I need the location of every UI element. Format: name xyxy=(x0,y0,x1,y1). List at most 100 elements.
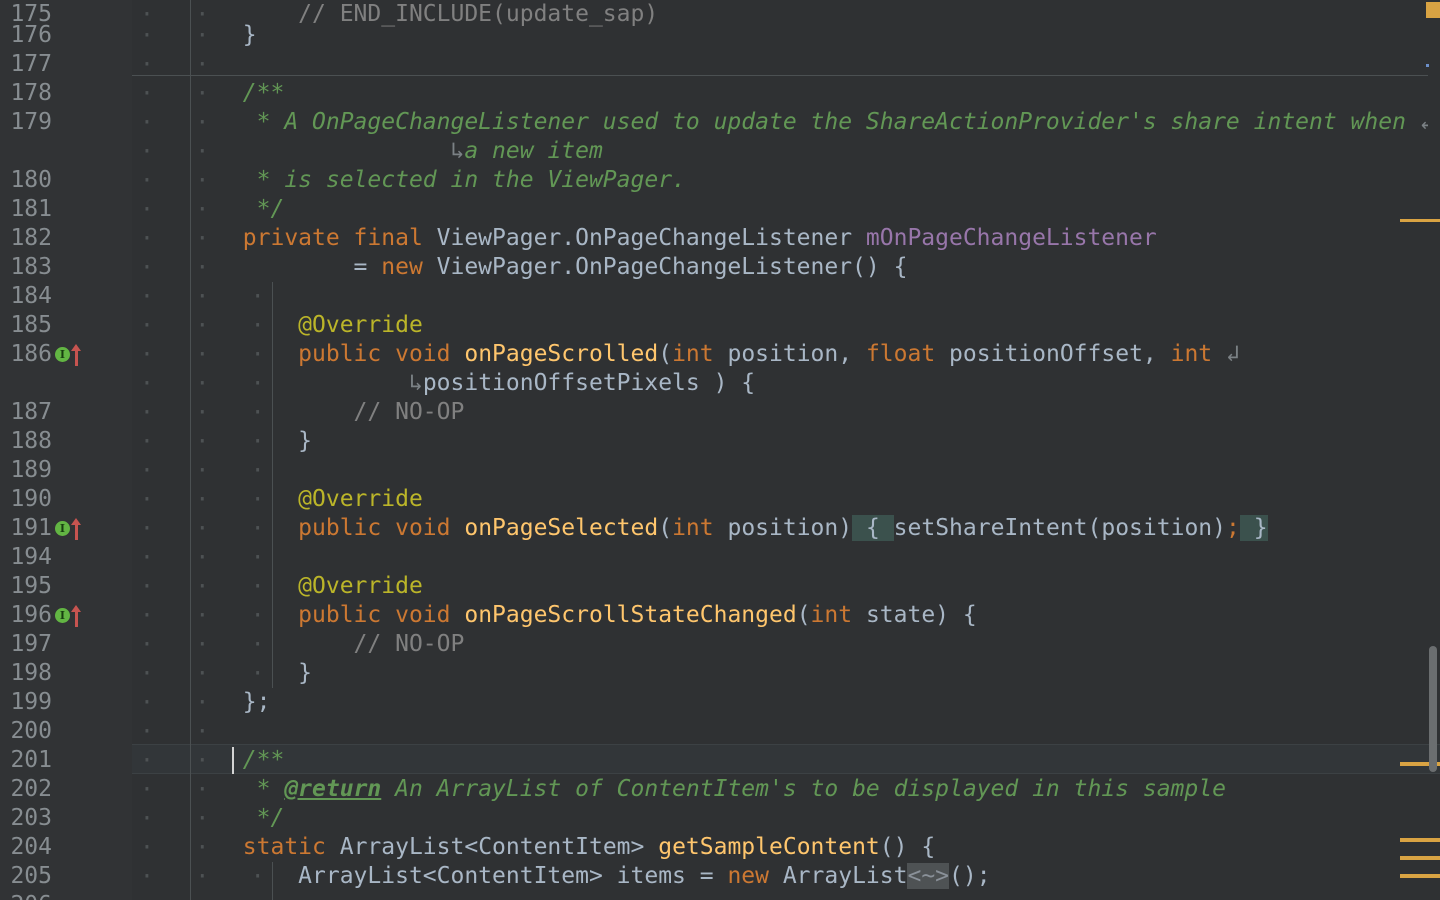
gutter-row[interactable]: 195 xyxy=(0,572,132,601)
line-number: 177 xyxy=(10,51,52,77)
scrollbar-and-error-stripe[interactable] xyxy=(1400,0,1440,900)
gutter-row[interactable]: 183 xyxy=(0,253,132,282)
code-token-mname: onPageSelected xyxy=(464,515,659,541)
code-line[interactable]: * @return An ArrayList of ContentItem's … xyxy=(132,775,1226,804)
gutter-row[interactable]: 191 I xyxy=(0,514,132,543)
code-line-wrapped[interactable]: ↳a new item xyxy=(132,137,603,166)
line-number: 188 xyxy=(10,428,52,454)
error-stripe-mark[interactable] xyxy=(1426,64,1429,67)
gutter-row[interactable]: 177 xyxy=(0,50,132,79)
line-number: 178 xyxy=(10,80,52,106)
gutter-row[interactable]: 178 xyxy=(0,79,132,108)
code-token-txt: ArrayList<ContentItem> xyxy=(325,834,659,860)
overriding-method-arrow-icon[interactable] xyxy=(71,343,82,366)
code-line[interactable]: public void onPageSelected(int position)… xyxy=(132,514,1268,543)
code-line[interactable]: public void onPageScrolled(int position,… xyxy=(132,340,1240,369)
overriding-method-arrow-icon[interactable] xyxy=(71,517,82,540)
code-line-wrapped[interactable]: ↳positionOffsetPixels ) { xyxy=(132,369,755,398)
overriding-method-arrow-icon[interactable] xyxy=(71,604,82,627)
code-line[interactable]: // NO-OP xyxy=(132,630,465,659)
gutter-row[interactable]: 184 xyxy=(0,282,132,311)
code-line[interactable]: = new ViewPager.OnPageChangeListener() { xyxy=(132,253,908,282)
line-number: 196 xyxy=(10,602,52,628)
code-line[interactable]: } xyxy=(132,21,257,50)
gutter-row[interactable]: 200 xyxy=(0,717,132,746)
whitespace-dots: · · · xyxy=(140,284,307,310)
gutter-row[interactable]: 189 xyxy=(0,456,132,485)
code-token-field: mOnPageChangeListener xyxy=(865,225,1157,251)
code-line[interactable]: /** xyxy=(132,746,285,775)
code-token-semi: ; xyxy=(1226,515,1240,541)
gutter-row[interactable]: 181 xyxy=(0,195,132,224)
code-token-kw: int xyxy=(1170,341,1213,367)
code-line[interactable]: }; xyxy=(132,688,271,717)
code-line[interactable]: } xyxy=(132,427,312,456)
gutter-icon-group[interactable]: I xyxy=(55,601,82,630)
gutter-row[interactable]: 182 xyxy=(0,224,132,253)
implements-icon[interactable]: I xyxy=(55,608,70,623)
code-token-txt: position, xyxy=(713,341,866,367)
code-token-txt: } xyxy=(132,660,313,686)
code-token-doc: */ xyxy=(132,805,285,831)
warning-stripe[interactable] xyxy=(1400,874,1440,878)
code-editor[interactable]: · · · · · · · · · · · · · · · · · · · · … xyxy=(0,0,1440,900)
gutter-row[interactable]: 201 xyxy=(0,746,132,775)
code-line[interactable]: * A OnPageChangeListener used to update … xyxy=(132,108,1428,137)
gutter-row[interactable]: 196 I xyxy=(0,601,132,630)
scrollbar-thumb[interactable] xyxy=(1429,646,1437,772)
code-token-kw: int xyxy=(672,515,714,541)
changed-lines-marker[interactable] xyxy=(1426,2,1440,18)
warning-stripe[interactable] xyxy=(1400,856,1440,860)
code-line[interactable]: @Override xyxy=(132,485,423,514)
implements-icon[interactable]: I xyxy=(55,521,70,536)
code-line[interactable]: } xyxy=(132,659,312,688)
gutter-row[interactable]: 206 xyxy=(0,891,132,900)
code-token-txt: state) { xyxy=(852,602,977,628)
gutter-row[interactable]: 194 xyxy=(0,543,132,572)
code-line[interactable]: public void onPageScrollStateChanged(int… xyxy=(132,601,977,630)
code-line[interactable]: ArrayList<ContentItem> items = new Array… xyxy=(132,862,991,891)
editor-gutter[interactable]: 175 176 177 178 179 180 181 182 183 184 185 186 I 187… xyxy=(0,0,132,900)
gutter-row[interactable]: 204 xyxy=(0,833,132,862)
gutter-row[interactable]: 197 xyxy=(0,630,132,659)
code-line[interactable]: @Override xyxy=(132,311,423,340)
code-line[interactable]: static ArrayList<ContentItem> getSampleC… xyxy=(132,833,935,862)
gutter-row[interactable]: 205 xyxy=(0,862,132,891)
gutter-row[interactable]: 179 xyxy=(0,108,132,137)
gutter-row[interactable]: 203 xyxy=(0,804,132,833)
line-number: 204 xyxy=(10,834,52,860)
code-line[interactable]: */ xyxy=(132,195,285,224)
line-number: 184 xyxy=(10,283,52,309)
warning-stripe[interactable] xyxy=(1400,838,1440,842)
code-line[interactable]: * is selected in the ViewPager. xyxy=(132,166,686,195)
code-token-txt: positionOffsetPixels ) { xyxy=(422,370,756,396)
line-number: 179 xyxy=(10,109,52,135)
gutter-row[interactable]: 180 xyxy=(0,166,132,195)
gutter-row[interactable]: 188 xyxy=(0,427,132,456)
code-line[interactable]: */ xyxy=(132,804,285,833)
gutter-row[interactable]: 198 xyxy=(0,659,132,688)
code-token-kw: new xyxy=(381,254,423,280)
code-token-txt: ViewPager.OnPageChangeListener xyxy=(422,225,866,251)
gutter-row[interactable]: 199 xyxy=(0,688,132,717)
gutter-row[interactable] xyxy=(0,369,132,398)
gutter-icon-group[interactable]: I xyxy=(55,340,82,369)
code-line[interactable]: private final ViewPager.OnPageChangeList… xyxy=(132,224,1157,253)
code-line[interactable]: // NO-OP xyxy=(132,398,465,427)
gutter-row[interactable] xyxy=(0,137,132,166)
gutter-row[interactable]: 190 xyxy=(0,485,132,514)
gutter-row[interactable]: 186 I xyxy=(0,340,132,369)
gutter-row[interactable]: 202 xyxy=(0,775,132,804)
gutter-row[interactable]: 176 xyxy=(0,21,132,50)
code-token-mname: getSampleContent xyxy=(658,834,880,860)
gutter-icon-group[interactable]: I xyxy=(55,514,82,543)
gutter-row[interactable]: 185 xyxy=(0,311,132,340)
code-line[interactable]: /** xyxy=(132,79,285,108)
implements-icon[interactable]: I xyxy=(55,347,70,362)
warning-stripe[interactable] xyxy=(1400,219,1440,222)
gutter-row[interactable]: 187 xyxy=(0,398,132,427)
code-line[interactable]: @Override xyxy=(132,572,423,601)
